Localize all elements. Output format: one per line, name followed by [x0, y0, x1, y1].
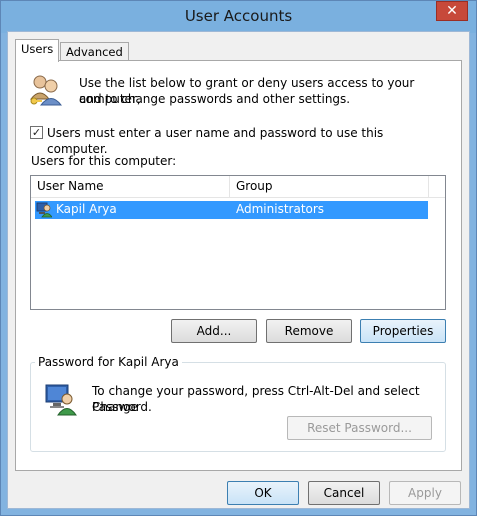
close-button[interactable]: ✕ [436, 1, 468, 21]
tab-users[interactable]: Users [15, 39, 60, 62]
column-header-group[interactable]: Group [236, 179, 273, 193]
window-title: User Accounts [184, 7, 293, 25]
user-icon [36, 201, 53, 218]
remove-button[interactable]: Remove [266, 319, 352, 343]
password-group-legend: Password for Kapil Arya [35, 355, 182, 369]
row-user-name: Kapil Arya [56, 202, 117, 216]
reset-password-button[interactable]: Reset Password... [287, 416, 432, 440]
add-button[interactable]: Add... [171, 319, 257, 343]
users-list-caption: Users for this computer: [31, 154, 177, 168]
computer-user-icon [44, 382, 78, 416]
column-header-user-name[interactable]: User Name [37, 179, 104, 193]
ok-button[interactable]: OK [227, 481, 299, 505]
tab-advanced-label: Advanced [66, 45, 123, 59]
column-divider[interactable] [229, 176, 230, 198]
users-listview[interactable]: User Name Group Kapil Arya Administrator… [30, 175, 446, 310]
intro-text-line2: and to change passwords and other settin… [79, 92, 351, 106]
apply-button[interactable]: Apply [389, 481, 461, 505]
tab-users-label: Users [21, 42, 54, 56]
list-header: User Name Group [31, 176, 445, 198]
table-row[interactable]: Kapil Arya Administrators [35, 201, 428, 219]
column-divider[interactable] [428, 176, 429, 198]
users-icon [28, 73, 64, 107]
close-icon: ✕ [446, 3, 458, 19]
row-group: Administrators [236, 202, 325, 216]
properties-button[interactable]: Properties [360, 319, 446, 343]
password-text-line2: Password. [92, 400, 152, 414]
title-bar[interactable]: User Accounts ✕ [1, 1, 476, 33]
check-icon: ✓ [31, 126, 42, 139]
require-login-checkbox[interactable]: ✓ [30, 126, 43, 139]
cancel-button[interactable]: Cancel [308, 481, 380, 505]
